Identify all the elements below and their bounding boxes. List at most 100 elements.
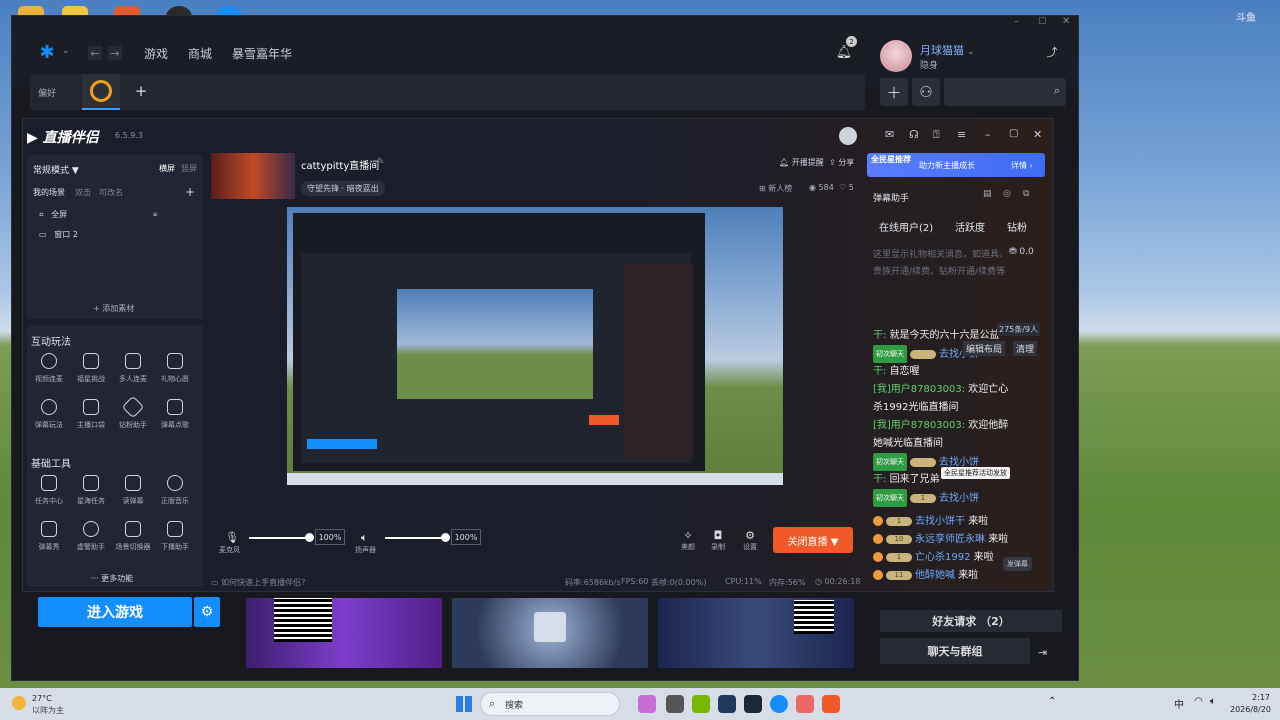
- tray-wifi-icon[interactable]: ◠: [1194, 696, 1203, 707]
- send-danmu-float[interactable]: 发弹幕: [1003, 557, 1032, 571]
- speaker-icon[interactable]: 🔈︎: [361, 531, 368, 545]
- friend-group-button[interactable]: ⚇: [912, 78, 940, 106]
- helper-layout-icon[interactable]: ▤: [983, 189, 992, 199]
- star-recommend-banner[interactable]: 全民星推荐 助力新主播成长 详情 ›: [867, 153, 1045, 177]
- live-avatar[interactable]: [839, 127, 857, 145]
- nav-shop[interactable]: 商城: [188, 45, 212, 62]
- orient-vertical[interactable]: 竖屏: [181, 163, 197, 174]
- room-category[interactable]: 守望先锋 · 暗夜蓝出: [301, 181, 385, 196]
- speaker-volume-slider[interactable]: [385, 537, 445, 539]
- tab-overwatch[interactable]: [82, 74, 120, 110]
- helper-popout-icon[interactable]: ⧉: [1023, 189, 1029, 199]
- battlenet-logo-icon[interactable]: ✱: [36, 42, 58, 63]
- add-material-button[interactable]: + 添加素材: [93, 303, 134, 314]
- close-live-button[interactable]: 关闭直播 ▼: [773, 527, 853, 553]
- tool-danmu-play[interactable]: 弹幕玩法: [29, 399, 69, 430]
- nav-games[interactable]: 游戏: [144, 45, 168, 62]
- tool-gift-wish[interactable]: 礼物心愿: [155, 353, 195, 384]
- live-menu-icon[interactable]: ≡: [957, 128, 966, 141]
- clock-time[interactable]: 2:17: [1252, 693, 1270, 702]
- speaker-volume-value[interactable]: 100%: [451, 529, 481, 545]
- clock-date[interactable]: 2026/8/20: [1230, 705, 1271, 714]
- tool-scene-switcher[interactable]: 场景切换器: [113, 521, 153, 552]
- nav-blizzcon[interactable]: 暴雪嘉年华: [232, 45, 292, 62]
- live-headset-icon[interactable]: ☊: [909, 128, 919, 141]
- scene-lock-icon[interactable]: 🔒︎: [153, 209, 157, 219]
- edit-room-icon[interactable]: ✎: [377, 157, 385, 167]
- tool-song-request[interactable]: 弹幕点歌: [155, 399, 195, 430]
- live-close-icon[interactable]: ✕: [1033, 128, 1042, 141]
- taskbar-nvidia-icon[interactable]: [692, 695, 710, 713]
- play-game-button[interactable]: 进入游戏: [38, 597, 192, 627]
- new-fans-button[interactable]: ⊞ 新人榜: [759, 183, 792, 194]
- tool-alert-helper[interactable]: 虚警助手: [71, 521, 111, 552]
- avatar[interactable]: [880, 40, 912, 72]
- game-settings-gear-icon[interactable]: ⚙: [194, 597, 220, 627]
- logo-dropdown-icon[interactable]: ⌄: [62, 46, 70, 56]
- settings-button[interactable]: ⚙ 设置: [739, 529, 761, 552]
- chat-groups-button[interactable]: 聊天与群组: [880, 638, 1030, 664]
- scene-item-fullscreen[interactable]: ⌗ 全屏: [39, 209, 67, 220]
- speaker-slider-handle[interactable]: [441, 533, 450, 542]
- live-minimize-icon[interactable]: –: [985, 128, 991, 141]
- mic-volume-value[interactable]: 100%: [315, 529, 345, 545]
- collapse-arrow-icon[interactable]: ⇥: [1038, 646, 1047, 659]
- friend-search-input[interactable]: ⌕: [944, 78, 1066, 106]
- tool-lucky-star[interactable]: 福星挑战: [71, 353, 111, 384]
- user-dropdown-icon[interactable]: ⌄: [968, 47, 975, 56]
- back-arrow-icon[interactable]: ←: [88, 46, 102, 60]
- help-link[interactable]: ▭ 如何快速上手直播伴侣?: [211, 577, 305, 588]
- tab-fans[interactable]: 钻粉: [1007, 219, 1027, 234]
- add-friend-button[interactable]: ＋: [880, 78, 908, 106]
- live-feedback-icon[interactable]: ⍰: [933, 128, 940, 142]
- taskbar-explorer-icon[interactable]: [666, 695, 684, 713]
- promo-card-2[interactable]: [452, 598, 648, 668]
- tray-volume-icon[interactable]: 🔈︎: [1210, 696, 1216, 707]
- tray-arrow-icon[interactable]: ⌃: [1048, 696, 1056, 707]
- tool-music[interactable]: 正版音乐: [155, 475, 195, 506]
- tool-danmu-show[interactable]: 弹幕秀: [29, 521, 69, 552]
- taskbar-live-icon[interactable]: [822, 695, 840, 713]
- promo-card-1[interactable]: [246, 598, 442, 668]
- mic-icon[interactable]: 🎙︎: [225, 531, 239, 544]
- share-button[interactable]: ⇪ 分享: [829, 157, 854, 168]
- live-maximize-icon[interactable]: ▢: [1009, 128, 1018, 139]
- clear-menu[interactable]: 清理: [1013, 341, 1038, 356]
- tab-online-users[interactable]: 在线用户(2): [879, 219, 933, 234]
- weather-icon[interactable]: [12, 696, 26, 710]
- helper-settings-icon[interactable]: ◎: [1003, 189, 1011, 199]
- taskbar-app3-icon[interactable]: [796, 695, 814, 713]
- window-close-icon[interactable]: ✕: [1062, 16, 1070, 27]
- room-cover[interactable]: [211, 153, 295, 199]
- add-tab-icon[interactable]: +: [132, 82, 150, 100]
- taskbar-search-input[interactable]: ⌕ 搜索: [480, 692, 620, 716]
- tool-multi-link[interactable]: 多人连麦: [113, 353, 153, 384]
- mic-slider-handle[interactable]: [305, 533, 314, 542]
- taskbar-steam-icon[interactable]: [744, 695, 762, 713]
- ime-indicator[interactable]: 中: [1174, 696, 1184, 711]
- tab-favorites[interactable]: 偏好: [38, 86, 56, 99]
- tool-star-task[interactable]: 星海任务: [71, 475, 111, 506]
- taskbar-bnet-icon[interactable]: [770, 695, 788, 713]
- search-icon[interactable]: ⌕: [1054, 84, 1060, 98]
- mode-select[interactable]: 常规模式 ▼: [33, 163, 79, 176]
- record-button[interactable]: ◘ 录制: [707, 529, 729, 552]
- live-message-icon[interactable]: ✉: [885, 128, 894, 141]
- tool-fan-helper[interactable]: 钻粉助手: [113, 395, 153, 430]
- taskbar-app-icon[interactable]: [638, 695, 656, 713]
- tool-read-danmu[interactable]: 读弹幕: [113, 475, 153, 506]
- open-remind-button[interactable]: 🔔︎ 开播提醒: [779, 157, 824, 168]
- more-tools-button[interactable]: ··· 更多功能: [91, 573, 133, 584]
- user-profile[interactable]: 月球猫猫 ⌄ 隐身: [880, 36, 1070, 76]
- edit-layout-menu[interactable]: 编辑布局: [963, 341, 1006, 356]
- window-minimize-icon[interactable]: –: [1014, 16, 1019, 27]
- start-windows-icon[interactable]: [456, 696, 472, 712]
- external-link-icon[interactable]: ⤴: [1044, 44, 1060, 60]
- friend-requests-button[interactable]: 好友请求 （2）: [880, 610, 1062, 632]
- tool-end-helper[interactable]: 下播助手: [155, 521, 195, 552]
- window-maximize-icon[interactable]: ▢: [1038, 16, 1047, 26]
- tool-anchor-pocket[interactable]: 主播口袋: [71, 399, 111, 430]
- orient-horizontal[interactable]: 横屏: [159, 163, 175, 174]
- taskbar-app2-icon[interactable]: [718, 695, 736, 713]
- stream-preview[interactable]: [287, 207, 783, 485]
